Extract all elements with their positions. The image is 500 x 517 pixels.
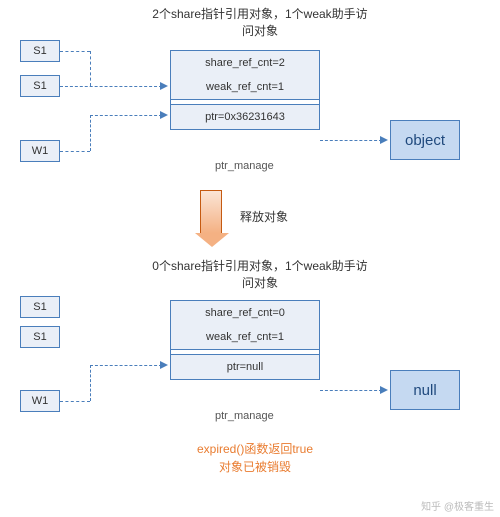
conn-s1b-arrow-top xyxy=(160,82,168,90)
conn-obj-h-bottom xyxy=(320,390,382,391)
conn-obj-h-top xyxy=(320,140,382,141)
pointer-w1-top: W1 xyxy=(20,140,60,162)
conn-w1-v-bottom xyxy=(90,365,91,401)
watermark: 知乎 @极客重生 xyxy=(421,498,494,513)
pointer-w1-bottom: W1 xyxy=(20,390,60,412)
expired-line1: expired()函数返回true xyxy=(170,440,340,458)
conn-obj-arrow-bottom xyxy=(380,386,388,394)
pointer-s1-b-top: S1 xyxy=(20,75,60,97)
top-title: 2个share指针引用对象，1个weak助手访问对象 xyxy=(150,6,370,40)
pointer-s1-b-bottom: S1 xyxy=(20,326,60,348)
release-label: 释放对象 xyxy=(240,208,288,225)
conn-w1-h1-top xyxy=(60,151,90,152)
conn-w1-arrow-top xyxy=(160,111,168,119)
bottom-title: 0个share指针引用对象，1个weak助手访问对象 xyxy=(150,258,370,292)
conn-s1-join-v-top xyxy=(90,51,91,86)
conn-s1a-h-top xyxy=(60,51,90,52)
release-arrow-icon xyxy=(200,190,222,234)
weak-ref-cnt-bottom: weak_ref_cnt=1 xyxy=(171,325,319,349)
ptr-value-bottom: ptr=null xyxy=(171,355,319,379)
ptr-manage-label-top: ptr_manage xyxy=(215,160,274,172)
conn-w1-arrow-bottom xyxy=(160,361,168,369)
pointer-s1-a-bottom: S1 xyxy=(20,296,60,318)
share-ref-cnt-bottom: share_ref_cnt=0 xyxy=(171,301,319,325)
conn-w1-h2-top xyxy=(90,115,162,116)
ptr-value-top: ptr=0x36231643 xyxy=(171,105,319,129)
conn-w1-h2-bottom xyxy=(90,365,162,366)
object-box-top: object xyxy=(390,120,460,160)
ptr-manage-label-bottom: ptr_manage xyxy=(215,410,274,422)
conn-w1-v-top xyxy=(90,115,91,151)
conn-obj-arrow-top xyxy=(380,136,388,144)
weak-ref-cnt-top: weak_ref_cnt=1 xyxy=(171,75,319,99)
ptr-manage-box-bottom: share_ref_cnt=0 weak_ref_cnt=1 ptr=null xyxy=(170,300,320,380)
conn-w1-h1-bottom xyxy=(60,401,90,402)
expired-note: expired()函数返回true 对象已被销毁 xyxy=(170,440,340,476)
share-ref-cnt-top: share_ref_cnt=2 xyxy=(171,51,319,75)
expired-line2: 对象已被销毁 xyxy=(170,458,340,476)
conn-s1b-h-top xyxy=(60,86,162,87)
pointer-s1-a-top: S1 xyxy=(20,40,60,62)
ptr-manage-box-top: share_ref_cnt=2 weak_ref_cnt=1 ptr=0x362… xyxy=(170,50,320,130)
object-box-bottom: null xyxy=(390,370,460,410)
